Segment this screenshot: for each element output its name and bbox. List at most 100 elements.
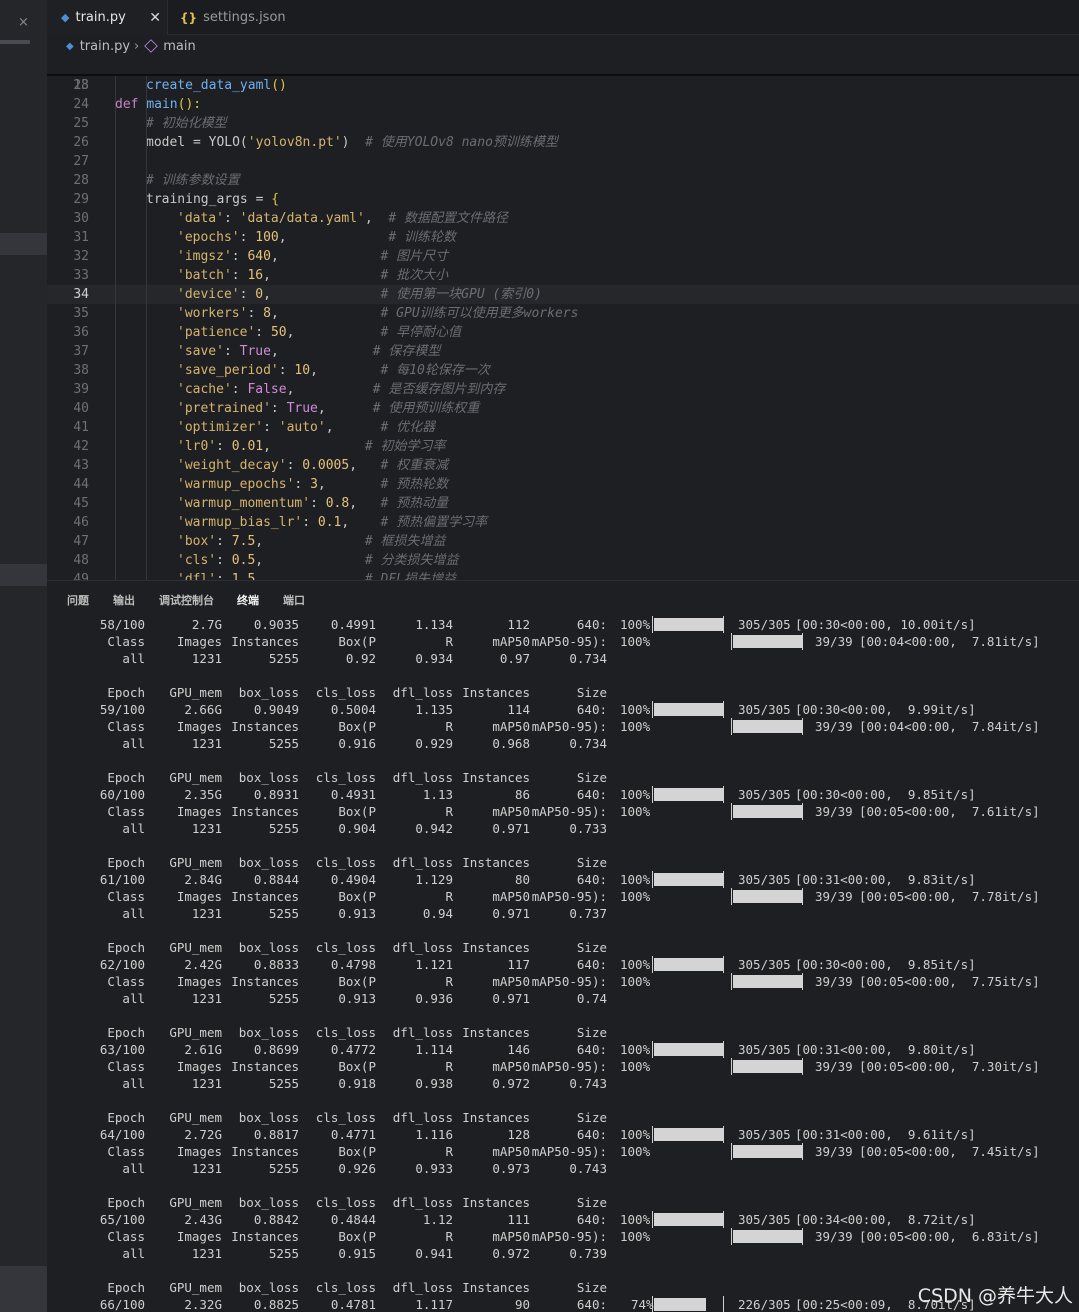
code-line[interactable]: 24: [47, 95, 1079, 114]
terminal-cell: 0.8699: [253, 1042, 299, 1057]
code-line[interactable]: 49 'dfl': 1.5, # DFL损失增益: [47, 570, 1079, 580]
progress-bar: [731, 1228, 803, 1245]
terminal-cell: Images: [176, 804, 222, 819]
code-token: 'warmup_bias_lr': [177, 515, 303, 530]
terminal-cell: 1231: [191, 736, 222, 751]
code-line[interactable]: 31 'epochs': 100, # 训练轮数: [47, 228, 1079, 247]
close-tab-icon[interactable]: ✕: [149, 10, 161, 26]
code-line[interactable]: 42 'lr0': 0.01, # 初始学习率: [47, 437, 1079, 456]
code-line[interactable]: 36 'patience': 50, # 早停耐心值: [47, 323, 1079, 342]
code-token: 'auto': [278, 420, 326, 435]
code-token: 0.01: [231, 439, 264, 454]
json-braces-icon: {}: [180, 10, 198, 25]
progress-count: 305/305: [738, 787, 791, 802]
progress-time: [00:30<00:00, 9.85it/s]: [795, 787, 976, 802]
terminal-cell: 640:: [576, 1042, 607, 1057]
code-line[interactable]: 25 # 初始化模型: [47, 114, 1079, 133]
terminal-cell: Size: [576, 1025, 607, 1040]
panel-tab[interactable]: 问题: [67, 592, 89, 608]
terminal-cell: 2.32G: [184, 1297, 222, 1312]
code-token: ,: [270, 306, 381, 321]
code-token: ,: [310, 363, 381, 378]
code-line[interactable]: 44 'warmup_epochs': 3, # 预热轮数: [47, 475, 1079, 494]
breadcrumb: ◆ train.py › main: [47, 35, 1079, 57]
code-line[interactable]: 28 # 训练参数设置: [47, 171, 1079, 190]
tab-settings-json[interactable]: {} settings.json: [168, 0, 300, 35]
line-number: 33: [73, 268, 89, 283]
progress-bar: [652, 786, 724, 803]
panel-tab[interactable]: 输出: [113, 592, 135, 608]
code-line[interactable]: 34 'device': 0, # 使用第一块GPU (索引0): [47, 285, 1079, 304]
panel-tab-bar: 问题 输出 调试控制台 终端 端口: [47, 580, 1079, 615]
code-line[interactable]: 27: [47, 152, 1079, 171]
panel-tab[interactable]: 调试控制台: [159, 592, 214, 608]
code-token: 0: [255, 287, 264, 302]
editor-tab-bar: ◆ train.py ✕ {} settings.json: [47, 0, 1079, 35]
code-line[interactable]: 48 'cls': 0.5, # 分类损失增益: [47, 551, 1079, 570]
line-number: 37: [73, 344, 89, 359]
terminal-cell: 0.936: [415, 991, 453, 1006]
terminal-cell: 0.5004: [330, 702, 376, 717]
code-line[interactable]: 23 create_data_yaml(): [47, 76, 1079, 95]
code-line[interactable]: 33 'batch': 16, # 批次大小: [47, 266, 1079, 285]
code-line[interactable]: 40 'pretrained': True, # 使用预训练权重: [47, 399, 1079, 418]
code-editor[interactable]: 18 def main(): 23 create_data_yaml() 24 25 #…: [47, 57, 1079, 580]
code-token: ,: [349, 458, 381, 473]
code-line[interactable]: 47 'box': 7.5, # 框损失增益: [47, 532, 1079, 551]
terminal-cell: box_loss: [238, 770, 299, 785]
chevron-right-icon: ›: [134, 38, 140, 54]
code-line[interactable]: 29 training_args = {: [47, 190, 1079, 209]
code-line[interactable]: 43 'weight_decay': 0.0005, # 权重衰减: [47, 456, 1079, 475]
terminal-cell: Box(P: [338, 719, 376, 734]
progress-bar: [731, 888, 803, 905]
terminal-cell: 2.35G: [184, 787, 222, 802]
code-token: :: [216, 534, 232, 549]
terminal-val-row: all 1231 5255 0.926 0.933 0.973 0.743: [47, 1160, 1079, 1177]
terminal-cell: 112: [507, 617, 530, 632]
code-token: 'save_period': [177, 363, 279, 378]
code-line[interactable]: 39 'cache': False, # 是否缓存图片到内存: [47, 380, 1079, 399]
code-token: :: [294, 477, 311, 492]
terminal-cell: Box(P: [338, 889, 376, 904]
tab-train-py[interactable]: ◆ train.py ✕: [47, 0, 168, 35]
terminal-cell: cls_loss: [315, 1280, 376, 1295]
line-number: 30: [73, 211, 89, 226]
terminal-header-row: Class Images Instances Box(P RmAP50 mAP50-95)…: [47, 888, 1079, 905]
progress-time: [00:34<00:00, 8.72it/s]: [795, 1212, 976, 1227]
terminal-cell: Instances: [231, 889, 299, 904]
panel-tab[interactable]: 端口: [283, 592, 305, 608]
code-line[interactable]: 35 'workers': 8, # GPU训练可以使用更多workers: [47, 304, 1079, 323]
terminal-cell: 640:: [576, 1297, 607, 1312]
terminal-cell: 1231: [191, 906, 222, 921]
terminal-train-row: 58/100 2.7G 0.9035 0.4991 1.134 112 640: 100% 30…: [47, 616, 1079, 633]
terminal-cell: all: [122, 1076, 145, 1091]
code-line[interactable]: 26 model = YOLO('yolov8n.pt') # 使用YOLOv8 …: [47, 133, 1079, 152]
code-line[interactable]: 30 'data': 'data/data.yaml', # 数据配置文件路径: [47, 209, 1079, 228]
breadcrumb-file[interactable]: train.py: [80, 39, 130, 54]
code-line[interactable]: 37 'save': True, # 保存模型: [47, 342, 1079, 361]
terminal-cell: Box(P: [338, 974, 376, 989]
sticky-scroll-header[interactable]: 18 def main():: [47, 57, 1079, 112]
code-line[interactable]: 46 'warmup_bias_lr': 0.1, # 预热偏置学习率: [47, 513, 1079, 532]
code-line[interactable]: 45 'warmup_momentum': 0.8, # 预热动量: [47, 494, 1079, 513]
terminal-cell: 62/100: [99, 957, 145, 972]
progress-count: 39/39: [815, 719, 853, 734]
progress-count: 39/39: [815, 889, 853, 904]
code-line[interactable]: 38 'save_period': 10, # 每10轮保存一次: [47, 361, 1079, 380]
progress-bar: [652, 1126, 724, 1143]
panel-tab[interactable]: 终端: [237, 592, 259, 615]
terminal-cell: 0.971: [492, 991, 530, 1006]
terminal-cell: 2.66G: [184, 702, 222, 717]
code-line[interactable]: 41 'optimizer': 'auto', # 优化器: [47, 418, 1079, 437]
breadcrumb-symbol[interactable]: main: [163, 39, 195, 54]
terminal-cell: dfl_loss: [392, 1195, 453, 1210]
code-token: 'warmup_epochs': [177, 477, 295, 492]
close-icon[interactable]: ×: [18, 15, 29, 30]
code-line[interactable]: 32 'imgsz': 640, # 图片尺寸: [47, 247, 1079, 266]
terminal-cell: Images: [176, 634, 222, 649]
terminal-cell: Instances: [462, 770, 530, 785]
terminal-cell: 0.915: [338, 1246, 376, 1261]
code-token: 'batch': [177, 268, 232, 283]
terminal-cell: 5255: [268, 1161, 299, 1176]
terminal[interactable]: 58/100 2.7G 0.9035 0.4991 1.134 112 640: 100% 30…: [47, 614, 1079, 1312]
